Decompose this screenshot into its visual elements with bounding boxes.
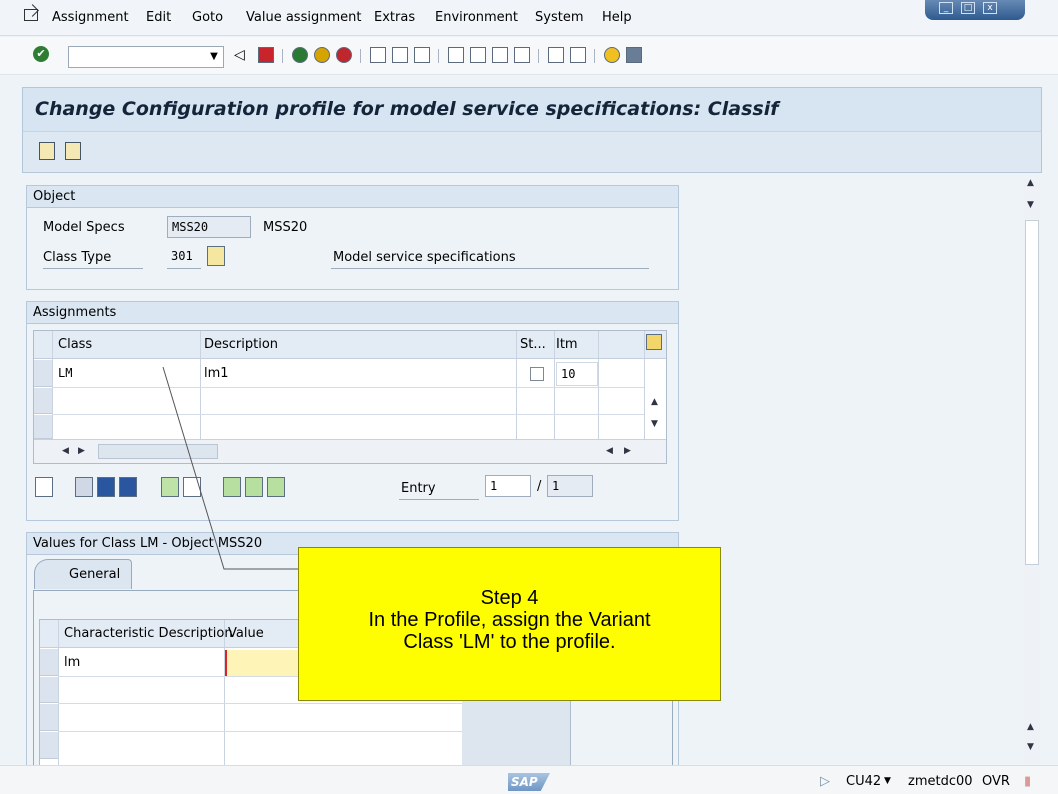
status-mode[interactable]: OVR [982,774,1010,789]
status-bar: SAP ▷ CU42 ▼ zmetdc00 OVR ▮ [0,765,1058,794]
callout-line-1: Step 4 [480,587,539,609]
status-transaction: CU42 [846,774,882,789]
status-dropdown-icon[interactable]: ▼ [884,776,891,786]
step-callout: Step 4 In the Profile, assign the Varian… [298,547,721,701]
status-expand-icon[interactable]: ▷ [820,774,830,789]
status-lock-icon: ▮ [1024,774,1032,789]
callout-line-3: Class 'LM' to the profile. [403,631,616,653]
status-server: zmetdc00 [908,774,973,789]
sap-logo: SAP [508,773,550,791]
callout-line-2: In the Profile, assign the Variant [368,609,651,631]
